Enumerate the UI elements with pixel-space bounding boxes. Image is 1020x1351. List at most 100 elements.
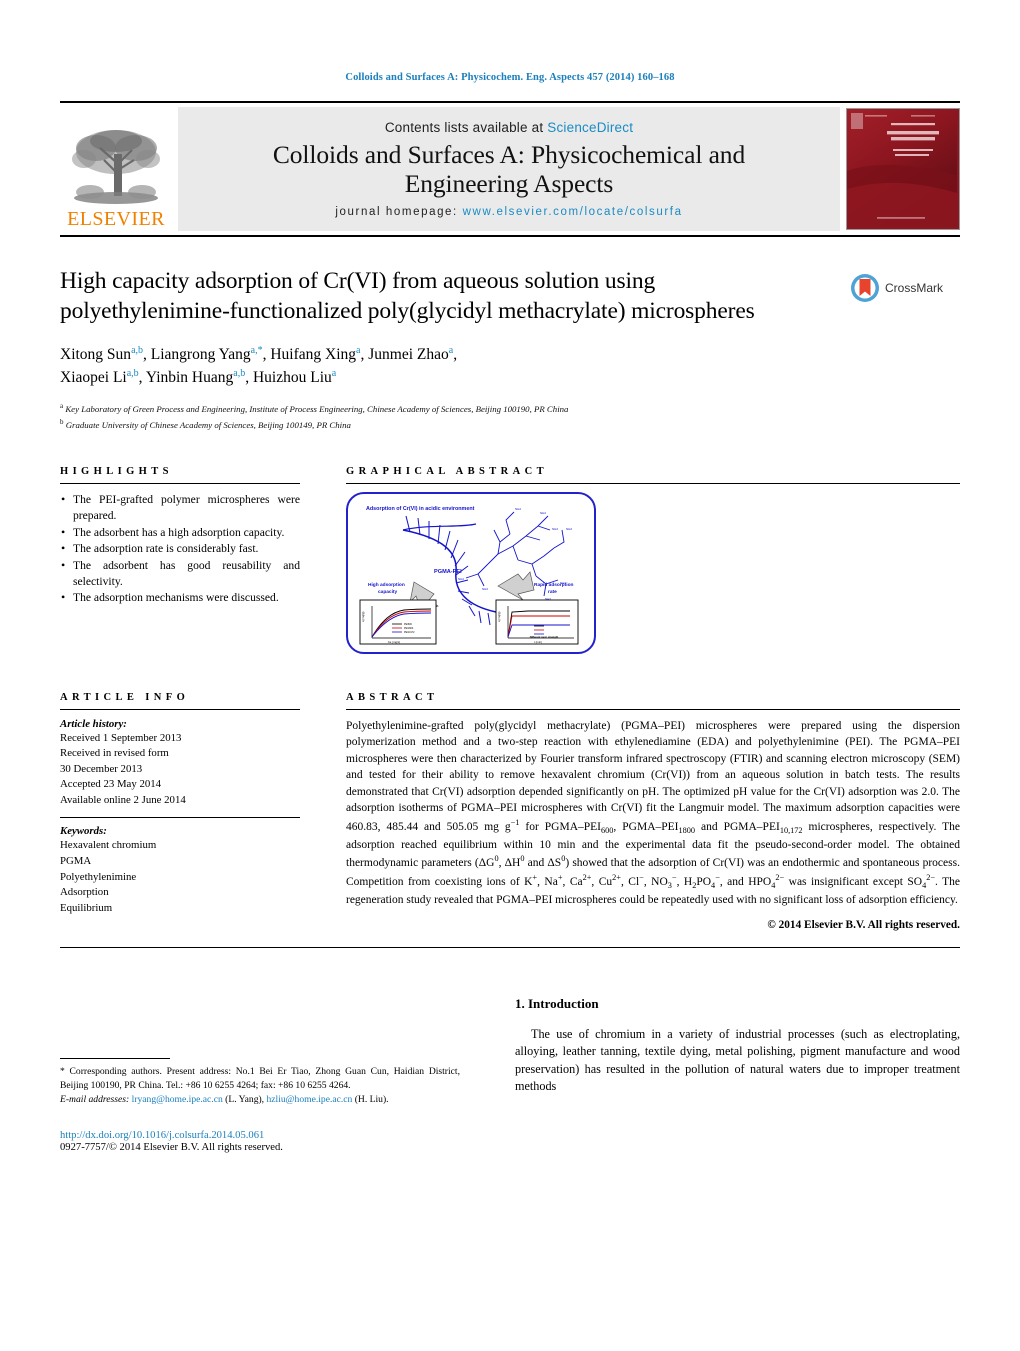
ga-caption-top: Adsorption of Cr(VI) in acidic environme… [366, 506, 475, 512]
highlights-list: The PEI-grafted polymer microspheres wer… [60, 491, 300, 607]
author-name: Yinbin Huang [145, 369, 234, 386]
ga-right-label: Rapid adsorption [534, 582, 574, 588]
affil-text: Key Laboratory of Green Process and Engi… [65, 404, 569, 415]
ga-left-inset-plot: PEI600PEI1800PEI10172 q (mg/g) Ce (mg/L) [359, 599, 437, 645]
author-affil-marks: a [331, 367, 337, 379]
abstract-seg: , and HPO [719, 875, 772, 888]
abstract-seg: and ΔS [524, 857, 562, 870]
page-title: High capacity adsorption of Cr(VI) from … [60, 268, 755, 324]
abstract-seg: for PGMA–PEI [519, 820, 602, 833]
svg-text:NH2: NH2 [458, 577, 464, 581]
highlights-graphical-row: HIGHLIGHTS The PEI-grafted polymer micro… [60, 466, 960, 654]
sciencedirect-link[interactable]: ScienceDirect [547, 120, 633, 135]
abstract-seg: and PGMA–PEI [695, 820, 780, 833]
doi-link[interactable]: http://dx.doi.org/10.1016/j.colsurfa.201… [60, 1130, 460, 1141]
history-item: Accepted 23 May 2014 [60, 778, 162, 791]
crossmark-badge[interactable]: CrossMark [850, 267, 960, 303]
article-info-heading: ARTICLE INFO [60, 691, 190, 703]
author-affil-marks: a,b [233, 367, 246, 379]
abstract-seg: , ΔH [498, 857, 521, 870]
article-info-column: ARTICLE INFO Article history: Received 1… [60, 692, 300, 931]
title-block: High capacity adsorption of Cr(VI) from … [60, 267, 960, 432]
affiliation-a: a Key Laboratory of Green Process and En… [60, 401, 834, 416]
svg-text:NH2: NH2 [552, 527, 558, 531]
articleinfo-abstract-row: ARTICLE INFO Article history: Received 1… [60, 692, 960, 931]
keyword-item: Hexavalent chromium [60, 839, 157, 852]
author-affil-marks: a,* [250, 345, 263, 357]
svg-text:PEI10172: PEI10172 [404, 631, 415, 634]
abstract-seg: PO [696, 875, 712, 888]
highlights-heading: HIGHLIGHTS [60, 465, 173, 477]
history-item: Received 1 September 2013 [60, 731, 182, 744]
keywords-list: Hexavalent chromium PGMA Polyethylenimin… [60, 838, 300, 916]
abstract-column: ABSTRACT Polyethylenimine-grafted poly(g… [346, 692, 960, 931]
list-item: The adsorption mechanisms were discussed… [60, 589, 300, 607]
contents-prefix: Contents lists available at [384, 119, 548, 135]
divider [60, 482, 300, 484]
svg-text:q (mg/g): q (mg/g) [497, 611, 501, 621]
affiliation-b: b Graduate University of Chinese Academy… [60, 417, 834, 432]
author-name: Huizhou Liu [252, 369, 332, 386]
abstract-seg: , Na [537, 875, 558, 888]
abstract-sub: 600 [601, 825, 614, 835]
email-link-2[interactable]: hzliu@home.ipe.ac.cn [267, 1094, 353, 1105]
introduction-paragraph: The use of chromium in a variety of indu… [515, 1027, 960, 1093]
abstract-seg: , H [676, 875, 693, 888]
svg-text:Different ionic strength: Different ionic strength [530, 635, 559, 639]
history-item: 30 December 2013 [60, 762, 143, 775]
page-footer-row: * Corresponding authors. Present address… [60, 996, 960, 1153]
svg-text:t (min): t (min) [534, 640, 542, 644]
abstract-sup: 2+ [612, 872, 621, 882]
author-name: Xiaopei Li [60, 369, 127, 386]
divider [60, 817, 300, 819]
history-item: Available online 2 June 2014 [60, 793, 186, 806]
graphical-abstract-heading: GRAPHICAL ABSTRACT [346, 465, 549, 477]
copyright-line: © 2014 Elsevier B.V. All rights reserved… [767, 919, 960, 932]
list-item: The adsorption rate is considerably fast… [60, 540, 300, 558]
elsevier-tree-icon [72, 130, 160, 204]
svg-text:PEI600: PEI600 [404, 623, 413, 626]
ga-center-label: PGMA-PEI [434, 569, 462, 575]
keywords-label: Keywords: [60, 825, 107, 838]
author-name: Huifang Xing [270, 346, 357, 364]
abstract-seg: , Ca [562, 875, 583, 888]
keyword-item: Adsorption [60, 886, 109, 899]
abstract-heading: ABSTRACT [346, 691, 439, 703]
crossmark-label: CrossMark [885, 281, 944, 295]
abstract-seg: , PGMA–PEI [613, 820, 679, 833]
affiliations: a Key Laboratory of Green Process and En… [60, 401, 834, 431]
svg-text:capacity: capacity [378, 589, 398, 595]
author-name: Liangrong Yang [150, 346, 251, 364]
history-item: Received in revised form [60, 747, 169, 760]
homepage-url-link[interactable]: www.elsevier.com/locate/colsurfa [463, 206, 683, 218]
divider [346, 482, 960, 484]
affil-mark: b [60, 417, 64, 426]
author-affil-marks: a [356, 345, 361, 357]
svg-text:q (mg/g): q (mg/g) [361, 611, 365, 621]
abstract-seg: , Cl [620, 875, 640, 888]
author-affil-marks: a,b [126, 367, 139, 379]
divider [60, 708, 300, 710]
divider [346, 708, 960, 710]
ga-right-inset-plot: q (mg/g) t (min) Different ionic strengt… [495, 599, 579, 645]
list-item: The adsorbent has a high adsorption capa… [60, 524, 300, 542]
journal-title: Colloids and Surfaces A: Physicochemical… [272, 139, 746, 198]
keyword-item: PGMA [60, 854, 92, 867]
svg-text:Ce (mg/L): Ce (mg/L) [388, 640, 401, 644]
highlights-column: HIGHLIGHTS The PEI-grafted polymer micro… [60, 466, 300, 654]
abstract-seg: Polyethylenimine-grafted poly(glycidyl m… [346, 719, 960, 833]
abstract-sup: 2− [775, 872, 785, 882]
author-affil-marks: a,b [131, 345, 144, 357]
svg-text:rate: rate [548, 589, 557, 595]
affil-mark: a [60, 402, 64, 411]
email-link-1[interactable]: lryang@home.ipe.ac.cn [132, 1094, 223, 1105]
elsevier-logo: ELSEVIER [60, 107, 172, 231]
journal-homepage-line: journal homepage: www.elsevier.com/locat… [335, 206, 682, 218]
article-first-page: Colloids and Surfaces A: Physicochem. En… [0, 0, 1020, 1351]
abstract-seg: , NO [643, 875, 668, 888]
svg-text:NH2: NH2 [482, 587, 488, 591]
corresponding-author-note: * Corresponding authors. Present address… [60, 1065, 460, 1106]
article-history-label: Article history: [60, 717, 127, 730]
abstract-text: Polyethylenimine-grafted poly(glycidyl m… [346, 718, 960, 908]
corresponding-text: * Corresponding authors. Present address… [60, 1066, 460, 1091]
